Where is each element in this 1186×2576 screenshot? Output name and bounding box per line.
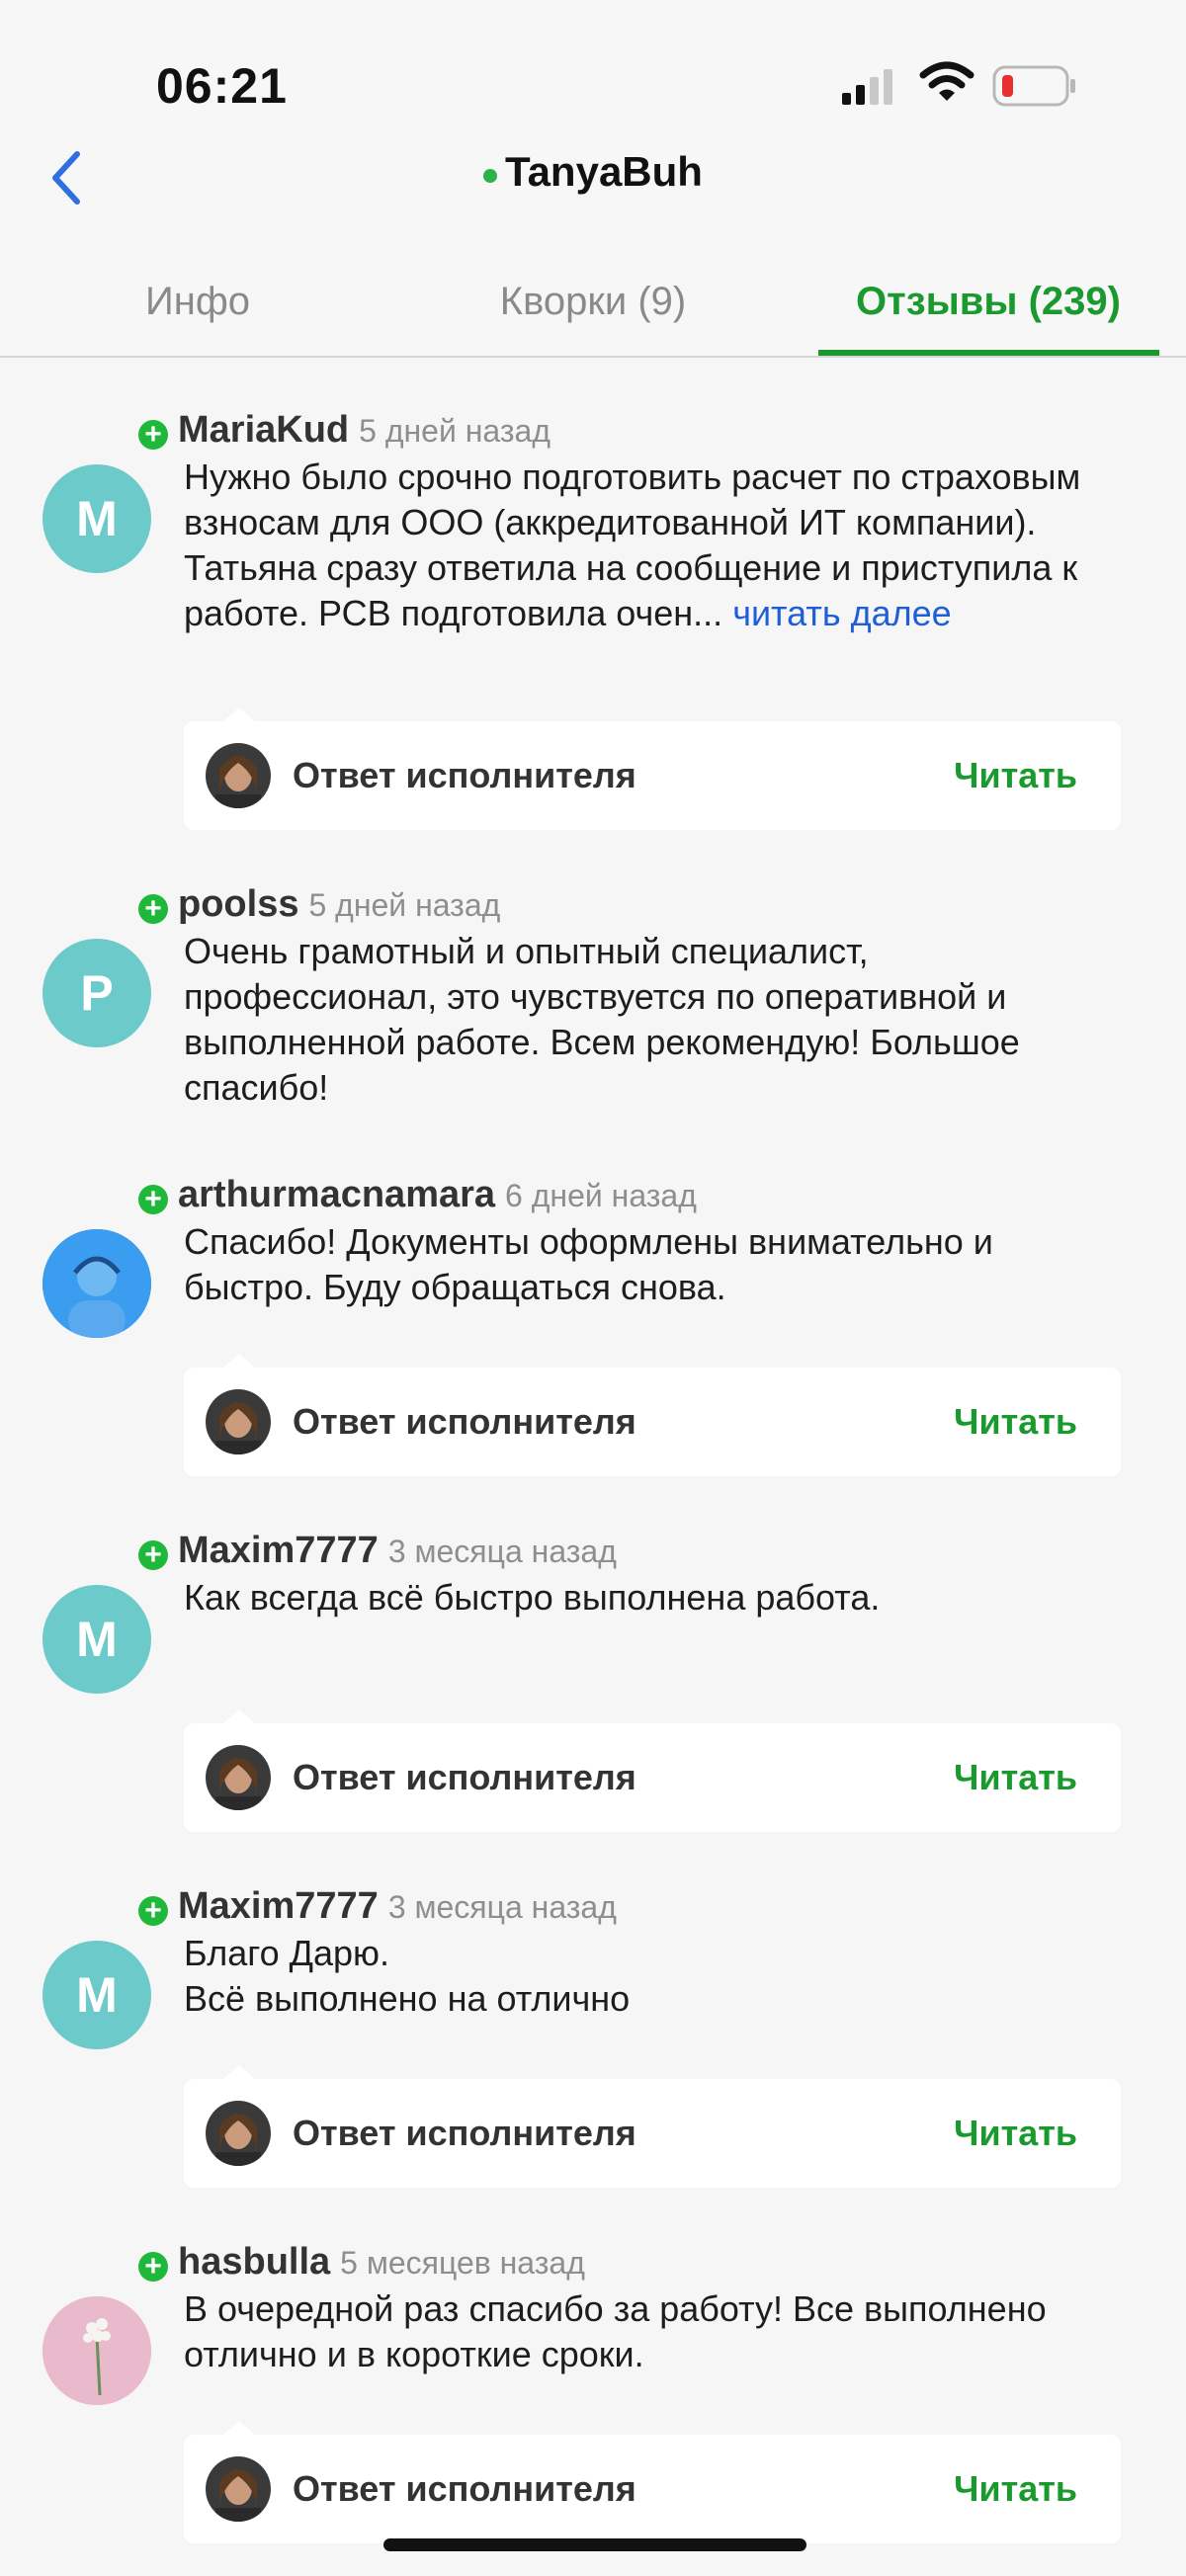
home-indicator[interactable] <box>383 2538 806 2551</box>
tab-reviews[interactable]: Отзывы (239) <box>791 257 1186 356</box>
profile-header: TanyaBuh Инфо Кворки (9) Отзывы (239) <box>0 128 1186 358</box>
wifi-icon <box>919 61 974 101</box>
tab-info[interactable]: Инфо <box>0 257 395 356</box>
positive-review-icon: + <box>138 1184 168 1214</box>
read-reply-button[interactable]: Читать <box>954 2435 1077 2543</box>
active-tab-indicator <box>818 350 1159 356</box>
seller-reply[interactable]: Ответ исполнителя Читать <box>184 1709 1121 1832</box>
reply-label: Ответ исполнителя <box>293 1401 636 1442</box>
review-text: Спасибо! Документы оформлены внимательно… <box>184 1221 993 1307</box>
read-reply-button[interactable]: Читать <box>954 1368 1077 1476</box>
review-text-line: Всё выполнено на отлично <box>184 1978 631 2019</box>
status-time: 06:21 <box>156 58 288 114</box>
avatar[interactable]: M <box>42 1941 151 2049</box>
positive-review-icon: + <box>138 1895 168 1926</box>
review-date: 3 месяца назад <box>387 1534 617 1569</box>
cellular-signal-icon <box>842 69 892 105</box>
seller-avatar <box>206 1745 271 1810</box>
title-wrap: TanyaBuh <box>0 148 1186 196</box>
review-date: 6 дней назад <box>505 1178 697 1213</box>
avatar[interactable]: M <box>42 464 151 573</box>
review-meta: + MariaKud 5 дней назад <box>138 405 551 455</box>
positive-review-icon: + <box>138 1539 168 1570</box>
review-meta: + arthurmacnamara 6 дней назад <box>138 1170 697 1219</box>
reviewer-name[interactable]: Maxim7777 <box>178 1530 379 1571</box>
seller-reply[interactable]: Ответ исполнителя Читать <box>184 707 1121 830</box>
reviewer-name[interactable]: MariaKud <box>178 409 349 451</box>
review-meta: + Maxim7777 3 месяца назад <box>138 1526 617 1575</box>
reply-label: Ответ исполнителя <box>293 1757 636 1797</box>
read-reply-button[interactable]: Читать <box>954 2079 1077 2188</box>
read-reply-button[interactable]: Читать <box>954 1723 1077 1832</box>
positive-review-icon: + <box>138 893 168 924</box>
review-date: 3 месяца назад <box>387 1889 617 1925</box>
review-meta: + Maxim7777 3 месяца назад <box>138 1881 617 1931</box>
reviewer-name[interactable]: poolss <box>178 883 298 925</box>
status-bar: 06:21 <box>0 0 1186 138</box>
review-text: Нужно было срочно подготовить расчет по … <box>184 455 1113 636</box>
review-date: 5 месяцев назад <box>340 2245 585 2281</box>
seller-reply[interactable]: Ответ исполнителя Читать <box>184 2421 1121 2543</box>
battery-low-icon <box>992 65 1075 107</box>
seller-avatar <box>206 2101 271 2166</box>
avatar[interactable] <box>42 1229 151 1338</box>
online-status-dot <box>483 168 498 183</box>
seller-avatar <box>206 1389 271 1454</box>
review-text-line: Благо Дарю. <box>184 1933 390 1973</box>
positive-review-icon: + <box>138 419 168 450</box>
positive-review-icon: + <box>138 2251 168 2282</box>
review-text: В очередной раз спасибо за работу! Все в… <box>184 2288 1047 2374</box>
avatar[interactable]: M <box>42 1585 151 1694</box>
seller-avatar <box>206 2456 271 2522</box>
review-text: Как всегда всё быстро выполнена работа. <box>184 1577 881 1618</box>
reply-label: Ответ исполнителя <box>293 2468 636 2509</box>
seller-avatar <box>206 743 271 808</box>
reviewer-name[interactable]: hasbulla <box>178 2241 330 2283</box>
review-date: 5 дней назад <box>308 887 501 923</box>
review-meta: + poolss 5 дней назад <box>138 879 500 929</box>
tab-kworks[interactable]: Кворки (9) <box>395 257 791 356</box>
reply-label: Ответ исполнителя <box>293 2113 636 2153</box>
tab-bar: Инфо Кворки (9) Отзывы (239) <box>0 257 1186 356</box>
read-reply-button[interactable]: Читать <box>954 721 1077 830</box>
seller-reply[interactable]: Ответ исполнителя Читать <box>184 1354 1121 1476</box>
reviewer-name[interactable]: arthurmacnamara <box>178 1174 495 1215</box>
read-more-link[interactable]: читать далее <box>732 593 952 633</box>
review-date: 5 дней назад <box>359 413 551 449</box>
seller-reply[interactable]: Ответ исполнителя Читать <box>184 2065 1121 2188</box>
reviewer-name[interactable]: Maxim7777 <box>178 1885 379 1927</box>
avatar[interactable] <box>42 2296 151 2405</box>
review-meta: + hasbulla 5 месяцев назад <box>138 2237 585 2286</box>
reply-label: Ответ исполнителя <box>293 755 636 795</box>
page-title: TanyaBuh <box>505 148 703 195</box>
avatar[interactable]: P <box>42 939 151 1047</box>
review-text: Благо Дарю. Всё выполнено на отлично <box>184 1931 1113 2022</box>
review-text: Очень грамотный и опытный специалист, пр… <box>184 931 1020 1108</box>
